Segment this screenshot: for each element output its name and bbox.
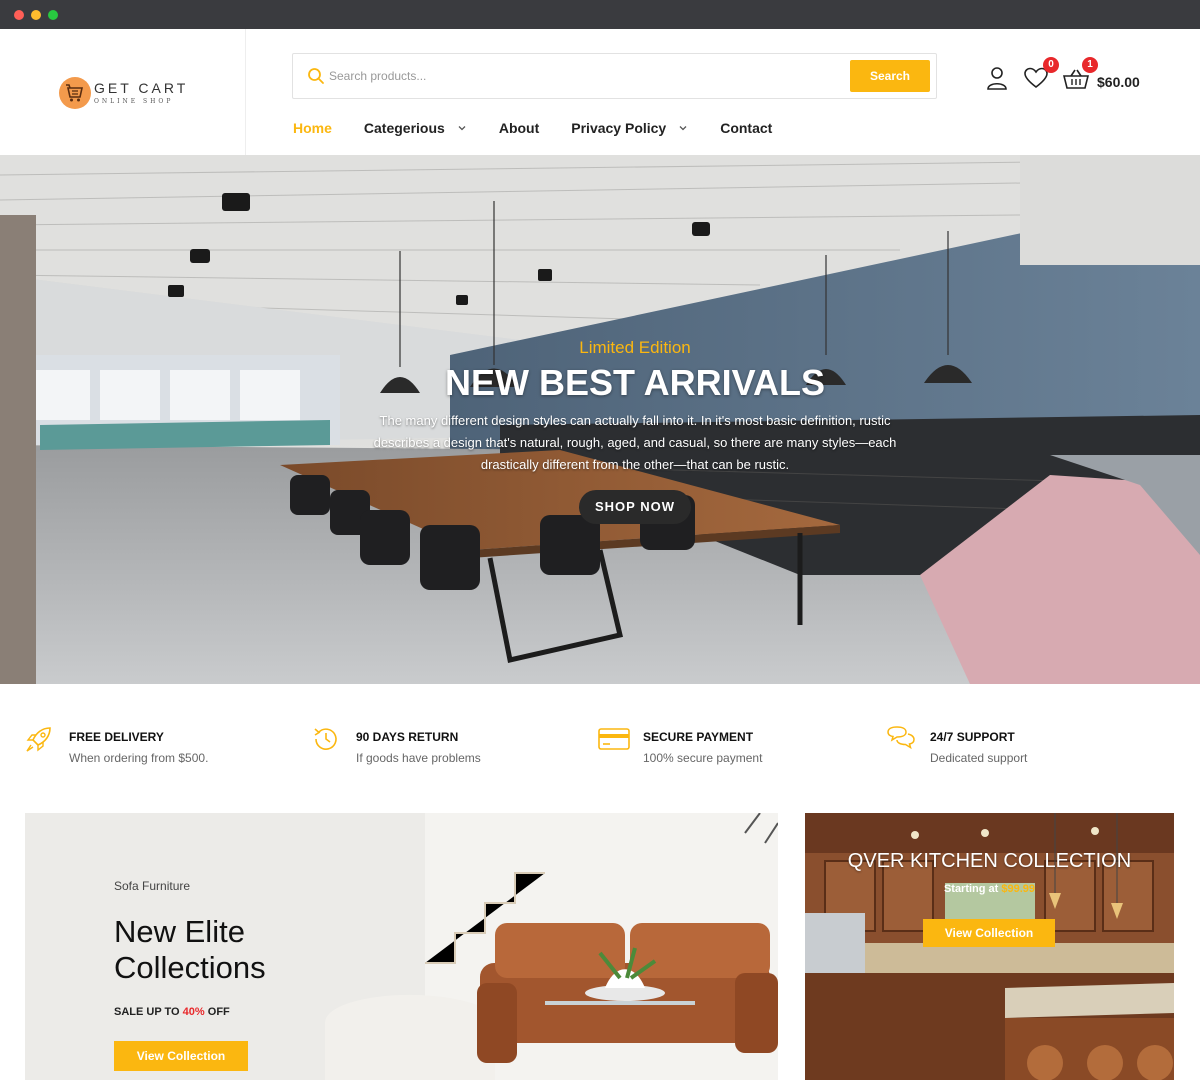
hero-content: Limited Edition NEW BEST ARRIVALS The ma…	[340, 338, 930, 524]
sale-percent: 40%	[182, 1006, 205, 1018]
feature-subtitle: Dedicated support	[930, 751, 1028, 765]
banner-title: New Elite Collections	[114, 914, 266, 985]
sale-suffix: OFF	[204, 1006, 230, 1018]
site-header: GET CART ONLINE SHOP Search Home Categer…	[0, 29, 1200, 155]
feature-subtitle: 100% secure payment	[643, 751, 763, 765]
hero-banner: Limited Edition NEW BEST ARRIVALS The ma…	[0, 155, 1200, 684]
view-collection-button[interactable]: View Collection	[114, 1041, 248, 1071]
nav-item-label: Categerious	[363, 120, 445, 136]
search-bar: Search	[292, 53, 937, 99]
rocket-icon	[26, 727, 51, 752]
browser-chrome	[0, 0, 1200, 29]
chat-icon	[887, 726, 915, 750]
starting-prefix: Starting at	[943, 883, 1002, 895]
chevron-down-icon	[458, 126, 466, 131]
feature-title: 90 DAYS RETURN	[356, 730, 459, 744]
nav-item-label: About	[498, 120, 540, 136]
feature-subtitle: When ordering from $500.	[69, 751, 209, 765]
search-input[interactable]	[329, 62, 829, 90]
user-icon[interactable]	[985, 65, 1009, 91]
starting-price-text: Starting at $99.99	[805, 883, 1174, 895]
brand-tagline: ONLINE SHOP	[94, 98, 174, 105]
main-nav: Home Categerious About Privacy Policy Co…	[293, 118, 804, 138]
feature-title: SECURE PAYMENT	[643, 730, 754, 744]
nav-item-privacy-policy[interactable]: Privacy Policy	[571, 118, 688, 138]
brand-name: GET CART	[94, 80, 189, 96]
starting-price: $99.99	[1001, 883, 1036, 895]
search-icon	[308, 68, 324, 84]
nav-item-contact[interactable]: Contact	[720, 118, 772, 138]
feature-title: FREE DELIVERY	[69, 730, 164, 744]
features-row: FREE DELIVERY When ordering from $500. 9…	[0, 720, 1200, 780]
chevron-down-icon	[679, 126, 687, 131]
nav-item-label: Privacy Policy	[571, 120, 667, 136]
history-icon	[314, 728, 337, 750]
hero-description: The many different design styles can act…	[373, 413, 897, 472]
banner-kicker: Sofa Furniture	[114, 879, 191, 893]
window-minimize-dot[interactable]	[31, 10, 41, 20]
logo[interactable]: GET CART ONLINE SHOP	[0, 29, 246, 155]
window-close-dot[interactable]	[14, 10, 24, 20]
shop-now-button[interactable]: SHOP NOW	[579, 490, 691, 524]
header-actions: 0 1 $60.00	[985, 57, 1185, 97]
cart-total[interactable]: $60.00	[1097, 74, 1140, 90]
nav-item-label: Home	[293, 120, 332, 136]
cart-count-badge: 1	[1082, 57, 1098, 73]
feature-free-delivery: FREE DELIVERY When ordering from $500.	[24, 720, 284, 780]
window-maximize-dot[interactable]	[48, 10, 58, 20]
cart-logo-icon	[59, 77, 91, 109]
kitchen-collection-banner: QVER KITCHEN COLLECTION Starting at $99.…	[805, 813, 1174, 1080]
sofa-collection-banner: Sofa Furniture New Elite Collections SAL…	[25, 813, 778, 1080]
hero-kicker: Limited Edition	[579, 338, 691, 357]
credit-card-icon	[598, 728, 630, 750]
nav-item-label: Contact	[720, 120, 773, 136]
view-collection-button[interactable]: View Collection	[923, 919, 1055, 947]
nav-item-categories[interactable]: Categerious	[364, 118, 467, 138]
feature-subtitle: If goods have problems	[356, 751, 481, 765]
feature-days-return: 90 DAYS RETURN If goods have problems	[311, 720, 571, 780]
sale-text: SALE UP TO 40% OFF	[114, 1006, 230, 1018]
nav-item-home[interactable]: Home	[293, 118, 332, 138]
nav-item-about[interactable]: About	[499, 118, 539, 138]
feature-title: 24/7 SUPPORT	[930, 730, 1015, 744]
hero-title: NEW BEST ARRIVALS	[444, 362, 825, 403]
feature-support: 24/7 SUPPORT Dedicated support	[885, 720, 1145, 780]
banner-title: QVER KITCHEN COLLECTION	[847, 850, 1132, 872]
feature-secure-payment: SECURE PAYMENT 100% secure payment	[598, 720, 858, 780]
sale-prefix: SALE UP TO	[114, 1006, 183, 1018]
search-button[interactable]: Search	[850, 60, 930, 92]
wishlist-count-badge: 0	[1043, 57, 1059, 73]
